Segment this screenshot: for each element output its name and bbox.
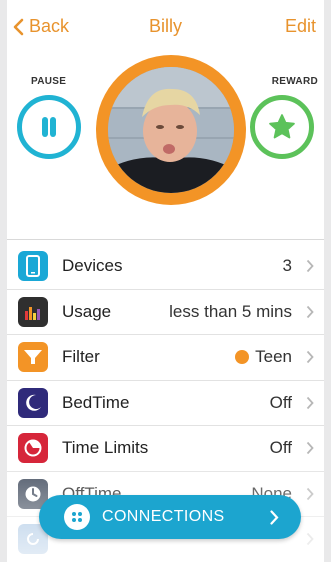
star-icon <box>269 114 295 139</box>
avatar-photo <box>108 67 234 193</box>
row-label: Devices <box>62 256 123 276</box>
row-label: Time Limits <box>62 438 149 458</box>
usage-chart-icon <box>18 296 48 327</box>
row-value: less than 5 mins <box>169 301 292 321</box>
chevron-right-icon <box>306 441 314 455</box>
reward-button[interactable] <box>250 95 314 159</box>
right-edge <box>324 0 331 562</box>
left-edge <box>0 0 7 562</box>
chevron-right-icon <box>306 487 314 501</box>
row-value: Off <box>269 392 292 412</box>
row-label: Filter <box>62 347 100 367</box>
connections-label: CONNECTIONS <box>102 508 225 525</box>
row-filter[interactable]: Filter Teen <box>7 335 324 381</box>
pause-button[interactable] <box>17 95 81 159</box>
app-screen: Back Billy Edit PAUSE REWARD Devices 3 U… <box>7 0 324 562</box>
row-usage[interactable]: Usage less than 5 mins <box>7 290 324 335</box>
device-icon <box>18 251 48 282</box>
connections-button[interactable]: CONNECTIONS <box>39 495 301 539</box>
connections-icon <box>64 504 90 530</box>
page-title: Billy <box>148 16 182 36</box>
row-value: 3 <box>282 256 292 276</box>
row-value: Teen <box>235 347 292 367</box>
reward-label: REWARD <box>271 76 318 87</box>
avatar-ring <box>96 55 246 205</box>
chevron-right-icon <box>306 532 314 546</box>
chevron-right-icon <box>306 350 314 364</box>
divider <box>7 239 324 240</box>
row-time-limits[interactable]: Time Limits Off <box>7 426 324 472</box>
edit-button[interactable]: Edit <box>285 16 316 37</box>
chevron-right-icon <box>306 305 314 319</box>
avatar[interactable] <box>108 67 234 193</box>
filter-icon <box>18 342 48 373</box>
filter-level-dot <box>235 350 250 365</box>
pause-label: PAUSE <box>31 76 67 87</box>
row-label: BedTime <box>62 392 130 412</box>
chevron-right-icon <box>306 259 314 273</box>
row-bedtime[interactable]: BedTime Off <box>7 381 324 426</box>
moon-icon <box>18 387 48 418</box>
row-value: Off <box>269 438 292 458</box>
chevron-right-icon <box>270 509 279 525</box>
filter-value: Teen <box>255 347 292 367</box>
row-label: Usage <box>62 301 112 321</box>
chevron-right-icon <box>306 396 314 410</box>
row-devices[interactable]: Devices 3 <box>7 244 324 290</box>
time-limits-icon <box>18 433 48 464</box>
nav-bar: Back Billy Edit <box>7 14 324 44</box>
